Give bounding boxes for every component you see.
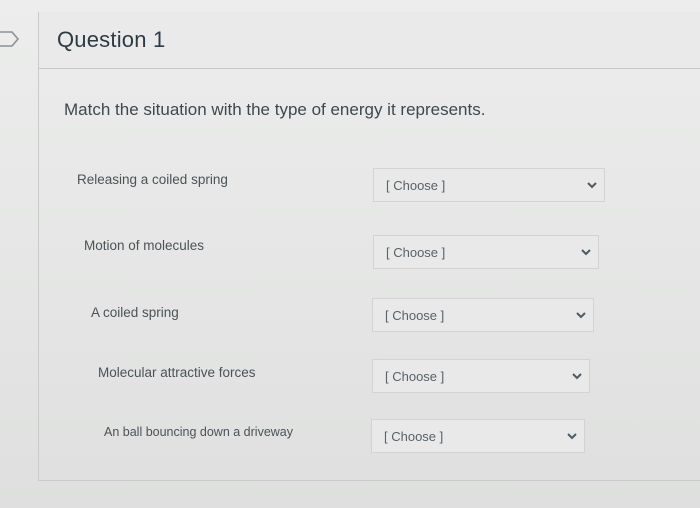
match-label-2: Motion of molecules — [84, 238, 205, 253]
match-select-1[interactable]: [ Choose ] — [373, 168, 605, 202]
question-prompt: Match the situation with the type of ene… — [64, 100, 486, 119]
match-label-3: A coiled spring — [91, 305, 179, 320]
question-header: Question 1 — [39, 12, 700, 69]
match-select-5[interactable]: [ Choose ] — [371, 419, 585, 453]
chevron-down-icon — [572, 373, 582, 380]
chevron-down-icon — [576, 312, 586, 319]
select-value: [ Choose ] — [384, 429, 444, 444]
chevron-down-icon — [587, 182, 597, 189]
match-select-4[interactable]: [ Choose ] — [372, 359, 590, 393]
chevron-down-icon — [581, 249, 591, 256]
select-value: [ Choose ] — [385, 308, 445, 323]
quiz-page: Question 1 Match the situation with the … — [0, 0, 700, 508]
question-title: Question 1 — [57, 27, 166, 52]
match-select-3[interactable]: [ Choose ] — [372, 298, 594, 332]
match-label-1: Releasing a coiled spring — [77, 172, 228, 187]
select-value: [ Choose ] — [386, 178, 446, 193]
match-label-4: Molecular attractive forces — [98, 365, 256, 380]
select-value: [ Choose ] — [386, 245, 446, 260]
chevron-down-icon — [567, 433, 577, 440]
select-value: [ Choose ] — [385, 369, 445, 384]
flag-icon[interactable] — [0, 30, 22, 48]
match-select-2[interactable]: [ Choose ] — [373, 235, 599, 269]
match-label-5: An ball bouncing down a driveway — [104, 425, 294, 439]
